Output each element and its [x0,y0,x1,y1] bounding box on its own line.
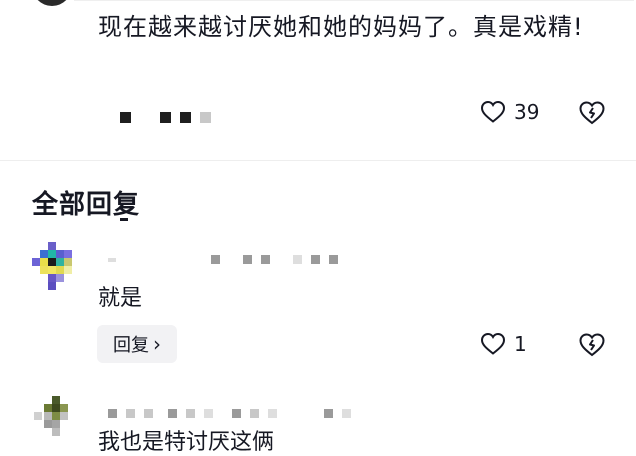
next-reply-avatar[interactable] [34,396,76,438]
blur-block [168,409,177,418]
title-underline-mark [120,218,128,221]
replies-section-title: 全部回复 [32,190,141,220]
pixel [44,404,52,412]
blur-block [160,112,171,123]
pixel [48,282,56,290]
blur-block [293,255,302,264]
pixel [52,412,60,420]
pixel [60,404,68,412]
blur-block [186,409,195,418]
section-divider [0,160,636,161]
blur-block [180,112,191,123]
heart-outline-icon [480,332,506,355]
pixel [52,404,60,412]
pixel [52,420,60,428]
broken-heart-icon [579,101,605,125]
pixel [44,420,52,428]
pixel [32,258,40,266]
blur-block [250,409,259,418]
blur-block [329,255,338,264]
next-reply-username-blurred [108,409,351,418]
blur-block [211,255,220,264]
pixel [34,412,42,420]
top-comment-meta-blurred [120,112,211,123]
reply-username-blurred [108,255,338,264]
reply-button-label: 回复 [113,335,149,356]
pixel [56,266,64,274]
reply-avatar[interactable] [32,242,80,300]
pixel [52,428,60,436]
pixel [64,258,72,266]
top-comment-like-button[interactable]: 39 [480,100,539,124]
reply-button[interactable]: 回复 › [97,325,177,363]
pixel [64,250,72,258]
pixel [56,258,64,266]
pixel [60,412,68,420]
blur-block [108,409,117,418]
pixel [52,396,60,404]
blur-block [120,112,131,123]
pixel [48,266,56,274]
blur-block [261,255,270,264]
pixel [44,412,52,420]
blur-block [108,257,116,262]
pixel [56,274,64,282]
pixel [48,274,56,282]
top-separator [74,0,634,1]
blur-block [311,255,320,264]
broken-heart-icon [579,333,605,357]
blur-block [144,409,153,418]
pixel [40,266,48,274]
blur-block [243,255,252,264]
pixel [48,250,56,258]
heart-outline-icon [480,100,506,123]
pixel [48,258,56,266]
next-reply-text: 我也是特讨厌这俩 [98,430,275,455]
blur-block [342,409,351,418]
top-comment-like-count: 39 [514,100,540,124]
pixel [64,266,72,274]
chevron-right-icon: › [153,332,161,356]
blur-block [324,409,333,418]
pixel [56,250,64,258]
top-comment-dislike-button[interactable] [578,100,606,130]
blur-block [268,409,277,418]
blur-block [200,112,211,123]
reply-like-count: 1 [514,332,527,356]
reply-text: 就是 [98,286,143,311]
blur-block [232,409,241,418]
pixel [48,242,56,250]
reply-like-button[interactable]: 1 [480,332,527,356]
blur-block [126,409,135,418]
top-comment-text: 现在越来越讨厌她和她的妈妈了。真是戏精! [98,13,584,41]
blur-block [204,409,213,418]
reply-dislike-button[interactable] [578,332,606,362]
top-comment-avatar[interactable] [32,0,72,6]
pixel [40,250,48,258]
pixel [40,258,48,266]
